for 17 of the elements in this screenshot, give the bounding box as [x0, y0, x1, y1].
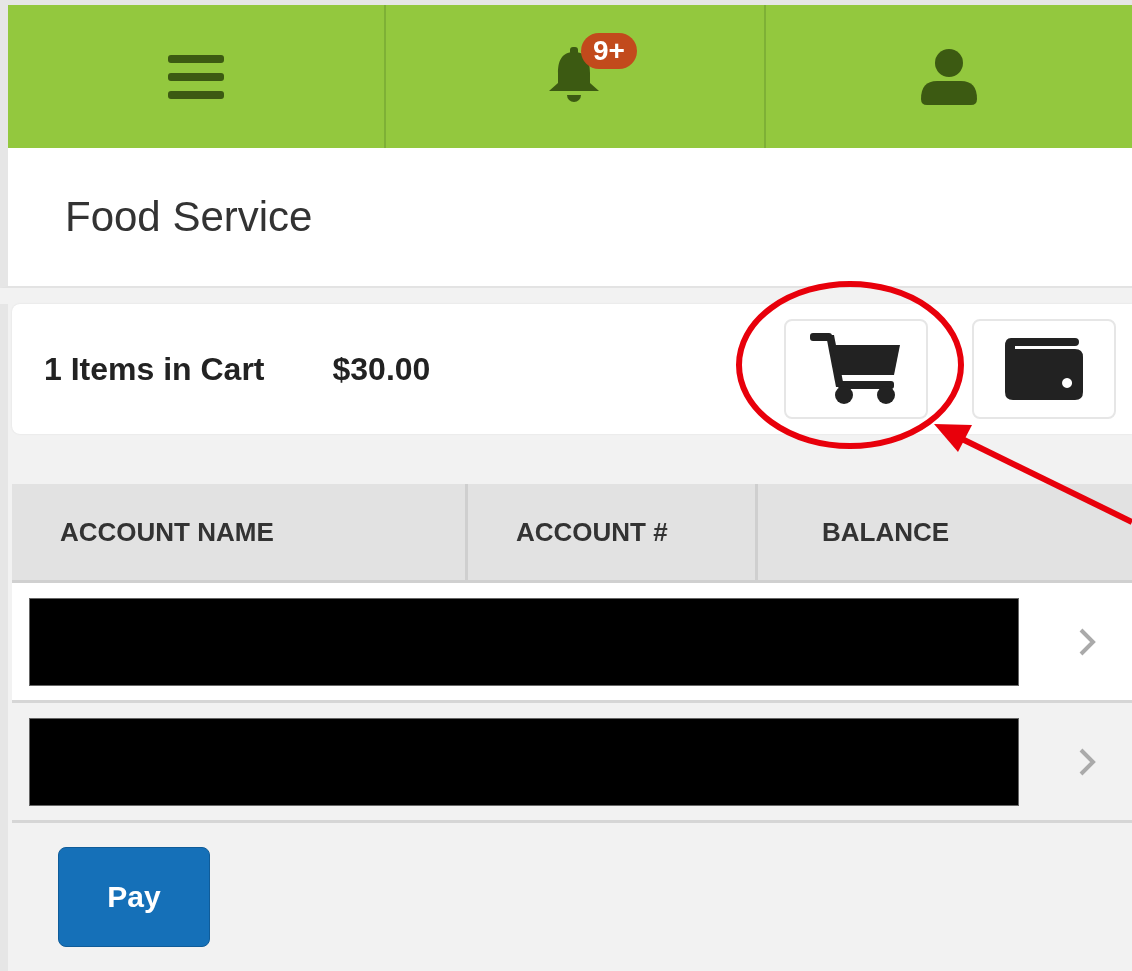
cart-items-count: 1 Items in Cart	[44, 350, 265, 388]
wallet-button[interactable]	[972, 319, 1116, 419]
column-header[interactable]: BALANCE	[822, 516, 950, 548]
user-icon[interactable]	[921, 48, 977, 105]
column-header[interactable]: ACCOUNT #	[516, 516, 668, 548]
notification-badge: 9+	[581, 32, 637, 69]
chevron-icon	[1078, 746, 1096, 777]
cart-button[interactable]	[784, 319, 928, 419]
cart-total: $30.00	[332, 350, 431, 388]
wallet-icon	[1005, 338, 1083, 400]
column-header[interactable]: ACCOUNT NAME	[60, 516, 274, 548]
menu-icon[interactable]	[168, 54, 224, 99]
chevron-icon	[1078, 626, 1096, 657]
account-row[interactable]	[12, 583, 1132, 703]
pay-button[interactable]: Pay	[58, 847, 210, 947]
page-title: Food Service	[65, 193, 313, 241]
cart-icon	[810, 333, 902, 405]
